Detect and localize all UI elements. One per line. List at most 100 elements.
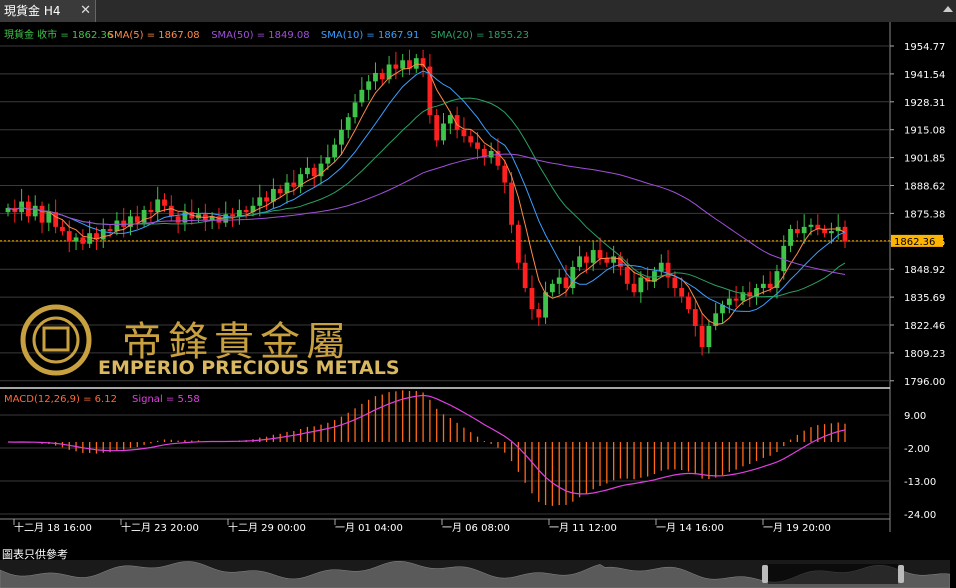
close-icon[interactable]: ✕ [80,0,91,22]
candle-body [325,157,331,164]
candle-body [624,266,630,284]
candle-body [441,123,446,141]
candle-body [611,256,617,263]
candle-body [257,197,263,206]
candle-body [345,117,351,130]
candle-body [692,309,698,326]
candle-body [679,288,685,297]
macd-tick-label: -13.00 [904,477,936,488]
candle-body [148,210,154,213]
scroll-up-icon[interactable] [943,6,953,12]
candle-body [502,165,508,183]
tab-label: 現貨金 H4 [4,4,61,18]
candle-body [373,72,378,82]
candle-body [243,210,249,213]
candle-body [828,231,834,234]
candle-body [658,262,664,272]
legend-item-4: SMA(20) = 1855.23 [431,30,529,41]
navigator-left-handle[interactable] [762,565,768,583]
price-tick-label: 1835.69 [904,293,945,304]
candle-body [230,214,235,217]
candle-body [522,262,528,289]
candle-body [543,292,548,318]
candle-body [168,205,174,217]
price-tick-label: 1822.46 [904,321,945,332]
candle-body [155,199,161,213]
candle-body [794,228,800,234]
macd-tick-label: -2.00 [904,444,930,455]
candle-body [475,142,480,149]
time-tick-label: 一月 01 04:00 [335,522,403,534]
current-price-label: 1862.36 [894,237,935,248]
macd-tick-label: 9.00 [904,411,926,422]
candle-body [277,188,283,194]
navigator-window[interactable] [768,564,898,584]
candle-body [631,283,637,293]
candle-body [400,60,406,69]
candle-body [311,167,317,177]
price-tick-label: 1915.08 [904,126,945,137]
candle-body [488,150,494,158]
candle-body [66,231,72,242]
macd-legend-item-1: Signal = 5.58 [132,394,200,405]
price-tick-label: 1809.23 [904,349,945,360]
price-tick-label: 1901.85 [904,154,945,165]
candle-body [39,205,45,223]
candle-body [73,237,79,242]
legend-item-2: SMA(50) = 1849.08 [211,30,309,41]
candle-body [121,220,127,227]
candle-body [461,129,467,137]
candle-body [699,325,705,348]
time-tick-label: 十二月 18 16:00 [14,521,92,534]
candle-body [767,283,773,289]
candle-body [468,136,474,143]
price-tick-label: 1928.31 [904,98,945,109]
candle-body [726,298,732,305]
time-tick-label: 一月 06 08:00 [442,522,510,534]
candle-body [332,144,338,158]
tab-gold-h4[interactable]: 現貨金 H4 ✕ [0,0,96,22]
candle-body [100,228,106,240]
time-tick-label: 一月 14 16:00 [656,522,724,534]
candle-body [706,325,712,348]
candle-body [413,58,419,69]
macd-legend: MACD(12,26,9) = 6.12 Signal = 5.58 [4,394,200,405]
candle-body [366,81,372,90]
candle-body [114,220,120,232]
candle-body [352,102,358,118]
candle-body [32,205,38,217]
price-chart[interactable]: 帝鋒貴金屬EMPERIO PRECIOUS METALS 1954.771941… [0,22,956,560]
candle-body [604,258,610,263]
legend: 現貨金 收市 = 1862.36SMA(5) = 1867.08 SMA(50) … [4,28,529,41]
candle-body [60,226,65,232]
price-tick-label: 1848.92 [904,265,945,276]
navigator-bar[interactable] [0,560,950,588]
candle-body [536,309,542,318]
candle-body [549,283,555,293]
time-tick-label: 十二月 23 20:00 [121,521,199,534]
legend-item-3: SMA(10) = 1867.91 [321,30,419,41]
candle-body [733,298,739,301]
macd-tick-label: -24.00 [904,510,936,521]
candle-body [291,182,297,187]
candle-body [264,197,269,202]
candle-body [584,256,589,263]
candle-body [134,216,140,223]
watermark-english: EMPERIO PRECIOUS METALS [98,357,400,379]
candle-body [53,212,59,227]
price-tick-label: 1954.77 [904,42,945,53]
candle-body [760,283,766,289]
candle-body [842,226,848,242]
tab-bar: 現貨金 H4 ✕ [0,0,956,23]
candle-body [509,182,514,225]
candle-body [788,228,793,246]
macd-legend-item-0: MACD(12,26,9) = 6.12 [4,394,117,405]
time-tick-label: 一月 19 20:00 [763,522,831,534]
legend-item-1: SMA(5) = 1867.08 [108,30,200,41]
candle-body [801,226,807,234]
candle-body [379,72,385,80]
navigator-right-handle[interactable] [898,565,904,583]
candle-body [359,89,365,103]
candle-body [808,224,814,227]
candle-body [563,277,569,289]
